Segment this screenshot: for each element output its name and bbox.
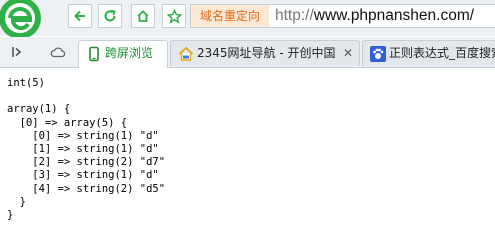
output-line: [3] => string(1) "d" xyxy=(7,169,159,182)
tab-cross-screen[interactable]: 跨屏浏览 xyxy=(78,40,168,68)
favorite-button[interactable] xyxy=(162,4,186,28)
page-content: int(5) array(1) { [0] => array(5) { [0] … xyxy=(0,68,495,248)
tab-label: 正则表达式_百度搜索 xyxy=(389,46,495,60)
reload-icon xyxy=(103,9,117,23)
phone-icon xyxy=(86,46,102,62)
cloud-icon[interactable] xyxy=(50,44,66,60)
tab-label: 跨屏浏览 xyxy=(105,46,154,60)
output-line: array(1) { xyxy=(7,103,71,116)
star-icon xyxy=(166,8,182,24)
browser-logo-icon[interactable] xyxy=(0,0,44,38)
tab-label: 2345网址导航 - 开创中国 xyxy=(197,46,336,60)
output-line: int(5) xyxy=(7,77,45,89)
output-line: } xyxy=(7,209,14,222)
output-line: [1] => string(1) "d" xyxy=(7,143,159,156)
url-scheme: http:// xyxy=(275,7,314,24)
tab-2345-navigation[interactable]: 2345网址导航 - 开创中国 ✕ xyxy=(170,40,360,66)
back-button[interactable] xyxy=(68,4,92,28)
back-arrow-icon xyxy=(73,9,87,23)
address-bar[interactable]: 域名重定向 http://www.phpnanshen.com/ xyxy=(190,4,495,28)
output-line: } xyxy=(7,195,26,208)
paw-icon xyxy=(370,46,386,62)
browser-toolbar: 域名重定向 http://www.phpnanshen.com/ xyxy=(0,0,495,38)
domain-redirect-badge[interactable]: 域名重定向 xyxy=(191,5,269,27)
home-button[interactable] xyxy=(131,4,155,28)
output-line: [4] => string(2) "d5" xyxy=(7,182,166,195)
sidebar-toggle-icon[interactable] xyxy=(9,44,25,60)
reload-button[interactable] xyxy=(98,4,122,28)
tab-bar: 跨屏浏览 2345网址导航 - 开创中国 ✕ 正则表达式_百度搜索 xyxy=(0,37,495,68)
home-icon xyxy=(136,9,150,23)
url-host: www.phpnanshen.com/ xyxy=(313,7,475,24)
house-2345-icon xyxy=(178,46,194,62)
var-dump-output: int(5) array(1) { [0] => array(5) { [0] … xyxy=(7,77,165,222)
tab-close-button[interactable]: ✕ xyxy=(341,46,355,60)
tab-regex-search[interactable]: 正则表达式_百度搜索 xyxy=(362,40,495,66)
url-text[interactable]: http://www.phpnanshen.com/ xyxy=(275,5,474,27)
output-line: [0] => string(1) "d" xyxy=(7,129,159,142)
output-line: [2] => string(2) "d7" xyxy=(7,156,166,169)
output-line: [0] => array(5) { xyxy=(7,116,128,129)
